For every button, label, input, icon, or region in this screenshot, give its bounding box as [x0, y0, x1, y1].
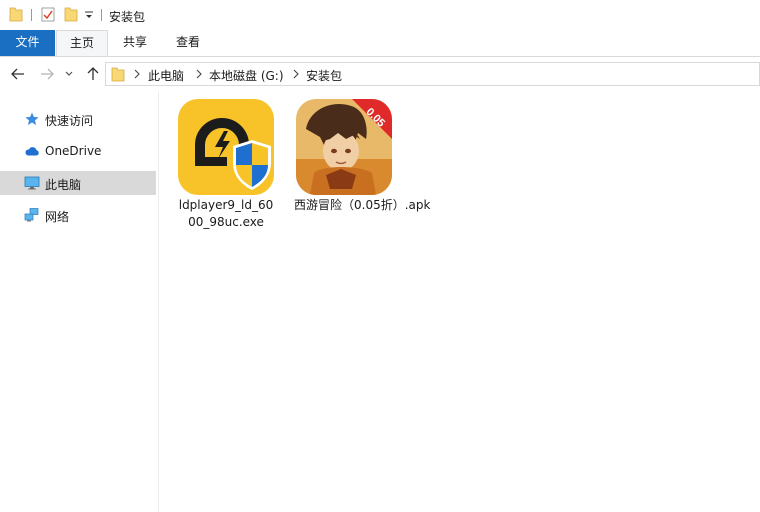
sidebar-item-network[interactable]: 网络 [0, 203, 156, 227]
sidebar-item-onedrive[interactable]: OneDrive [0, 139, 156, 163]
computer-icon [24, 176, 40, 190]
new-folder-icon[interactable] [64, 6, 78, 22]
ribbon-tabs: 文件 主页 共享 查看 [0, 30, 760, 57]
sidebar-item-label: OneDrive [45, 144, 102, 158]
tab-home[interactable]: 主页 [56, 30, 108, 56]
navigation-bar: 此电脑 本地磁盘 (G:) 安装包 [0, 57, 760, 91]
chevron-right-icon [196, 69, 202, 79]
sidebar-item-label: 此电脑 [45, 178, 82, 192]
folder-icon [9, 7, 23, 22]
separator [101, 9, 102, 21]
breadcrumb-current-folder[interactable]: 安装包 [306, 67, 342, 84]
title-bar: 安装包 [0, 0, 760, 30]
sidebar-item-label: 快速访问 [45, 114, 94, 128]
file-item-game-apk[interactable]: 0.05 西游冒险（0.05折）.apk [294, 97, 430, 237]
chevron-right-icon [293, 69, 299, 79]
recent-locations-button[interactable] [62, 64, 76, 84]
window-title: 安装包 [109, 10, 146, 24]
arrow-left-icon [11, 68, 24, 80]
forward-button[interactable] [37, 64, 57, 84]
back-button[interactable] [8, 64, 28, 84]
navigation-pane: 快速访问 OneDrive 此电脑 网络 [0, 92, 159, 512]
arrow-right-icon [41, 68, 54, 80]
ldplayer-app-icon [178, 99, 274, 195]
file-name: 西游冒险（0.05折）.apk [294, 198, 431, 212]
breadcrumb-this-pc[interactable]: 此电脑 [148, 67, 184, 84]
game-app-icon: 0.05 [296, 99, 392, 195]
breadcrumb-local-disk[interactable]: 本地磁盘 (G:) [209, 67, 284, 84]
file-item-ldplayer[interactable]: ldplayer9_ld_6000_98uc.exe [176, 97, 276, 237]
properties-icon[interactable] [41, 6, 55, 22]
folder-icon [111, 67, 125, 82]
chevron-down-icon [65, 71, 73, 76]
separator [31, 9, 32, 21]
tab-file[interactable]: 文件 [0, 30, 55, 56]
network-icon [24, 208, 39, 222]
arrow-up-icon [87, 67, 99, 80]
address-bar[interactable]: 此电脑 本地磁盘 (G:) 安装包 [105, 62, 760, 86]
sidebar-item-quick-access[interactable]: 快速访问 [0, 107, 156, 131]
cloud-icon [25, 147, 39, 156]
customize-toolbar-chevron-icon[interactable] [84, 10, 94, 20]
up-button[interactable] [83, 64, 103, 84]
tab-view[interactable]: 查看 [162, 30, 214, 56]
star-icon [25, 112, 39, 125]
file-name: ldplayer9_ld_6000_98uc.exe [178, 198, 274, 229]
tab-share[interactable]: 共享 [109, 30, 161, 56]
sidebar-item-label: 网络 [45, 210, 70, 224]
chevron-right-icon [134, 69, 140, 79]
sidebar-item-this-pc[interactable]: 此电脑 [0, 171, 156, 195]
